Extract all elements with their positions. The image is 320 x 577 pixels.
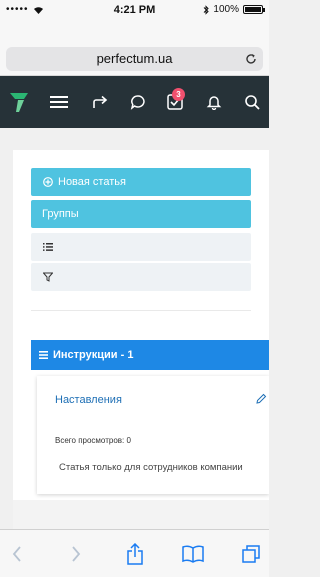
filter-icon — [43, 272, 53, 282]
url-field[interactable]: perfectum.ua — [6, 47, 263, 71]
bluetooth-icon — [204, 4, 210, 15]
forward-arrow-icon[interactable] — [86, 76, 114, 128]
article-views: Всего просмотров: 0 — [55, 436, 131, 445]
article-note: Статья только для сотрудников компании — [59, 462, 243, 473]
section-header[interactable]: Инструкции - 1 — [31, 340, 269, 370]
battery-percent: 100% — [213, 4, 239, 15]
chevron-right-icon[interactable] — [61, 530, 91, 577]
reload-icon[interactable] — [245, 47, 257, 72]
search-icon[interactable] — [244, 76, 269, 128]
content-card: Новая статья Группы Инструкции - 1 Наста… — [13, 150, 269, 540]
status-bar: ••••• 4:21 PM 100% — [0, 0, 269, 20]
pencil-icon[interactable] — [255, 392, 267, 410]
hamburger-icon[interactable] — [44, 76, 74, 128]
groups-button[interactable]: Группы — [31, 200, 251, 228]
screen: ••••• 4:21 PM 100% perfectum.ua 3 Новая … — [0, 0, 269, 577]
app-header: 3 — [0, 76, 269, 128]
section-title: Инструкции - 1 — [53, 349, 134, 361]
list-icon — [43, 243, 53, 251]
menu-lines-icon — [39, 351, 48, 359]
groups-label: Группы — [42, 208, 79, 220]
tasks-badge: 3 — [172, 88, 185, 101]
article-title[interactable]: Наставления — [55, 394, 122, 406]
share-icon[interactable] — [120, 530, 150, 577]
list-view-button[interactable] — [31, 233, 251, 261]
book-icon[interactable] — [178, 530, 208, 577]
battery-area: 100% — [203, 4, 265, 15]
browser-toolbar — [0, 529, 269, 577]
battery-icon — [243, 5, 265, 14]
plus-circle-icon — [43, 177, 53, 187]
filter-button[interactable] — [31, 263, 251, 291]
new-article-button[interactable]: Новая статья — [31, 168, 251, 196]
tabs-icon[interactable] — [236, 530, 266, 577]
divider — [31, 310, 251, 311]
perfectum-logo-icon[interactable] — [6, 76, 32, 128]
bell-icon[interactable] — [200, 76, 228, 128]
article-card: Наставления Всего просмотров: 0 Статья т… — [37, 376, 269, 494]
chevron-left-icon[interactable] — [2, 530, 32, 577]
new-article-label: Новая статья — [58, 176, 126, 188]
chat-bubble-icon[interactable] — [124, 76, 152, 128]
browser-address-bar: perfectum.ua — [0, 20, 269, 76]
url-text: perfectum.ua — [96, 51, 173, 66]
tasks-button[interactable]: 3 — [160, 76, 190, 128]
